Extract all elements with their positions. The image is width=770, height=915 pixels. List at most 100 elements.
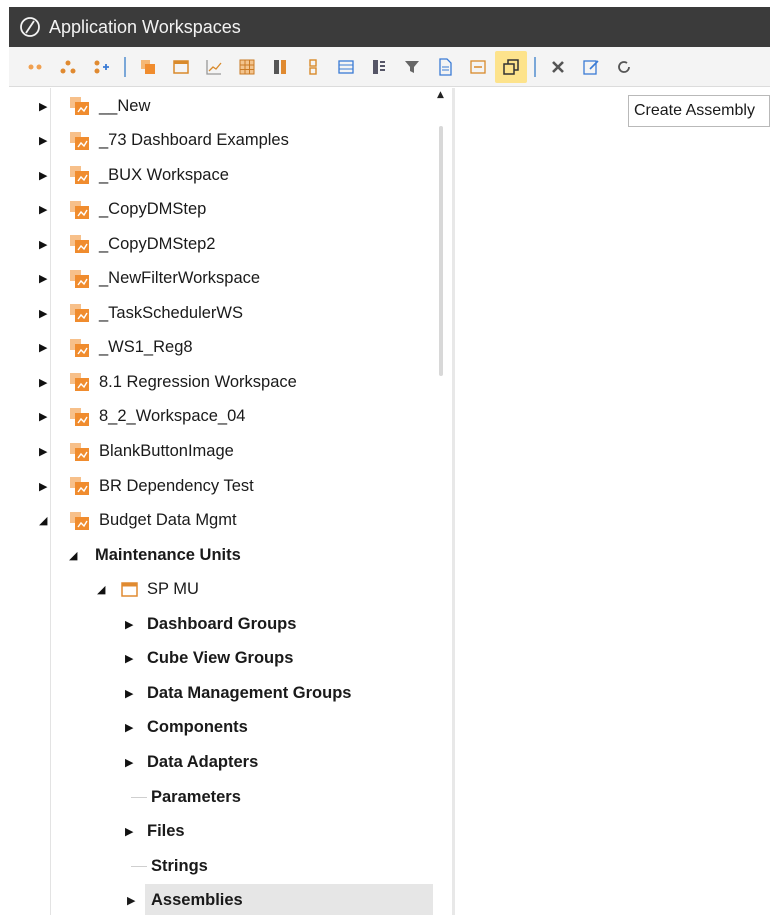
line-chart-icon[interactable]: [198, 51, 230, 83]
collapse-caret-icon[interactable]: ◢: [97, 583, 113, 596]
calendar-icon[interactable]: [165, 51, 197, 83]
tree-item[interactable]: ▶ BR Dependency Test: [39, 469, 427, 503]
expand-caret-icon[interactable]: ▶: [125, 756, 141, 769]
tree-item-label: 8_2_Workspace_04: [99, 407, 246, 426]
expand-caret-icon[interactable]: ▶: [39, 376, 55, 389]
hierarchy-icon[interactable]: [52, 51, 84, 83]
tree-item[interactable]: ▶ __New: [39, 89, 427, 123]
tree-item-label: BlankButtonImage: [99, 442, 234, 460]
workspace-icon[interactable]: [132, 51, 164, 83]
tree-item-label: Parameters: [151, 787, 241, 806]
toolbar: [9, 47, 770, 87]
tree-item-label: Files: [147, 822, 185, 841]
edit-icon[interactable]: [575, 51, 607, 83]
tree-scrollbar[interactable]: ▲: [435, 88, 449, 915]
tree-item-label: Maintenance Units: [95, 545, 241, 564]
create-assembly-icon[interactable]: [495, 50, 527, 83]
collapse-icon[interactable]: [462, 51, 494, 83]
tree-item[interactable]: ▶ _73 Dashboard Examples: [39, 124, 427, 158]
tree-item-label: Dashboard Groups: [147, 614, 297, 633]
filter-icon[interactable]: [396, 51, 428, 83]
tree-item[interactable]: ▶ _CopyDMStep2: [39, 227, 427, 261]
tree-item[interactable]: ▶ _BUX Workspace: [39, 158, 427, 192]
tree-item-label: _WS1_Reg8: [99, 338, 193, 357]
app-logo-icon: [20, 17, 40, 37]
vertical-list-icon[interactable]: [297, 51, 329, 83]
workspace-icon: [69, 510, 91, 532]
create-assembly-tooltip: Create Assembly: [628, 95, 770, 127]
tree-item-label: _CopyDMStep: [99, 200, 207, 219]
scroll-up-icon[interactable]: ▲: [437, 90, 444, 100]
add-node-icon[interactable]: [85, 51, 117, 83]
tree-item[interactable]: ▶ _NewFilterWorkspace: [39, 262, 427, 296]
collapse-caret-icon[interactable]: ◢: [69, 549, 85, 562]
tree-item[interactable]: ▶ _TaskSchedulerWS: [39, 296, 427, 330]
tree-item[interactable]: ◢ Budget Data Mgmt: [39, 504, 427, 538]
tree-item[interactable]: ▶ Files: [125, 815, 429, 849]
expand-caret-icon[interactable]: ▶: [39, 100, 55, 113]
tree-item[interactable]: ▶ Components: [125, 711, 429, 745]
workspace-icon: [69, 441, 91, 463]
tree-item-label: Assemblies: [151, 891, 243, 910]
detail-pane: [455, 88, 770, 915]
tree-item[interactable]: ▶ _WS1_Reg8: [39, 331, 427, 365]
tree-item[interactable]: ▶ _CopyDMStep: [39, 193, 427, 227]
expand-caret-icon[interactable]: ▶: [125, 687, 141, 700]
document-icon[interactable]: [429, 51, 461, 83]
expand-caret-icon[interactable]: ▶: [39, 238, 55, 251]
tree-item-label: Cube View Groups: [147, 649, 294, 668]
tree-item[interactable]: ▶ 8.1 Regression Workspace: [39, 365, 427, 399]
tree-item[interactable]: ◢ SP MU: [97, 573, 427, 607]
maintenance-unit-icon: [119, 579, 141, 601]
expand-caret-icon[interactable]: ▶: [39, 307, 55, 320]
expand-dots-icon[interactable]: [19, 51, 51, 83]
tree-item[interactable]: ◢ Maintenance Units: [69, 538, 427, 572]
workspace-icon: [69, 233, 91, 255]
expand-caret-icon[interactable]: ▶: [39, 341, 55, 354]
tree-item-label: _CopyDMStep2: [99, 234, 216, 253]
tree-item-label: BR Dependency Test: [99, 476, 254, 495]
tree-item[interactable]: Strings: [151, 849, 452, 883]
workspace-icon: [69, 164, 91, 186]
collapse-caret-icon[interactable]: ◢: [39, 514, 55, 527]
tree-item[interactable]: ▶ Cube View Groups: [125, 642, 429, 676]
tree-item-label: _73 Dashboard Examples: [99, 131, 289, 150]
tree-item-label: _TaskSchedulerWS: [99, 303, 243, 322]
delete-icon[interactable]: [542, 51, 574, 83]
workspace-tree[interactable]: ▶ __New ▶ _73 Dashboard Examples ▶ _BUX Works…: [9, 88, 452, 915]
grid-icon[interactable]: [231, 51, 263, 83]
expand-caret-icon[interactable]: ▶: [39, 169, 55, 182]
tree-item[interactable]: ▶ Dashboard Groups: [125, 607, 429, 641]
expand-caret-icon[interactable]: ▶: [39, 480, 55, 493]
expand-caret-icon[interactable]: ▶: [125, 618, 141, 631]
tree-item-label: Strings: [151, 856, 208, 875]
tree-item[interactable]: ▶ Data Management Groups: [125, 676, 429, 710]
tree-item[interactable]: ▶ 8_2_Workspace_04: [39, 400, 427, 434]
tree-item-label: Data Adapters: [147, 752, 259, 771]
table-icon[interactable]: [330, 51, 362, 83]
tree-connector-line: [131, 866, 147, 868]
tree-item[interactable]: Assemblies: [145, 883, 433, 915]
expand-caret-icon[interactable]: ▶: [39, 445, 55, 458]
expand-caret-icon[interactable]: ▶: [125, 721, 141, 734]
expand-caret-icon[interactable]: ▶: [39, 410, 55, 423]
tree-item[interactable]: ▶ BlankButtonImage: [39, 435, 427, 469]
refresh-icon[interactable]: [608, 51, 640, 83]
tree-item-label: SP MU: [147, 580, 199, 599]
expand-caret-icon[interactable]: ▶: [39, 272, 55, 285]
expand-caret-icon[interactable]: ▶: [39, 134, 55, 147]
workspace-icon: [69, 337, 91, 359]
tree-item-label: _BUX Workspace: [99, 165, 229, 184]
tree-item[interactable]: ▶ Data Adapters: [125, 745, 429, 779]
expand-caret-icon[interactable]: ▶: [125, 652, 141, 665]
stack-icon[interactable]: [264, 51, 296, 83]
columns-icon[interactable]: [363, 51, 395, 83]
workspace-icon: [69, 130, 91, 152]
scroll-thumb[interactable]: [439, 126, 443, 376]
workspace-icon: [69, 199, 91, 221]
workspace-icon: [69, 302, 91, 324]
tree-item[interactable]: Parameters: [151, 780, 452, 814]
expand-caret-icon[interactable]: ▶: [125, 825, 141, 838]
expand-caret-icon[interactable]: ▶: [127, 894, 135, 907]
expand-caret-icon[interactable]: ▶: [39, 203, 55, 216]
